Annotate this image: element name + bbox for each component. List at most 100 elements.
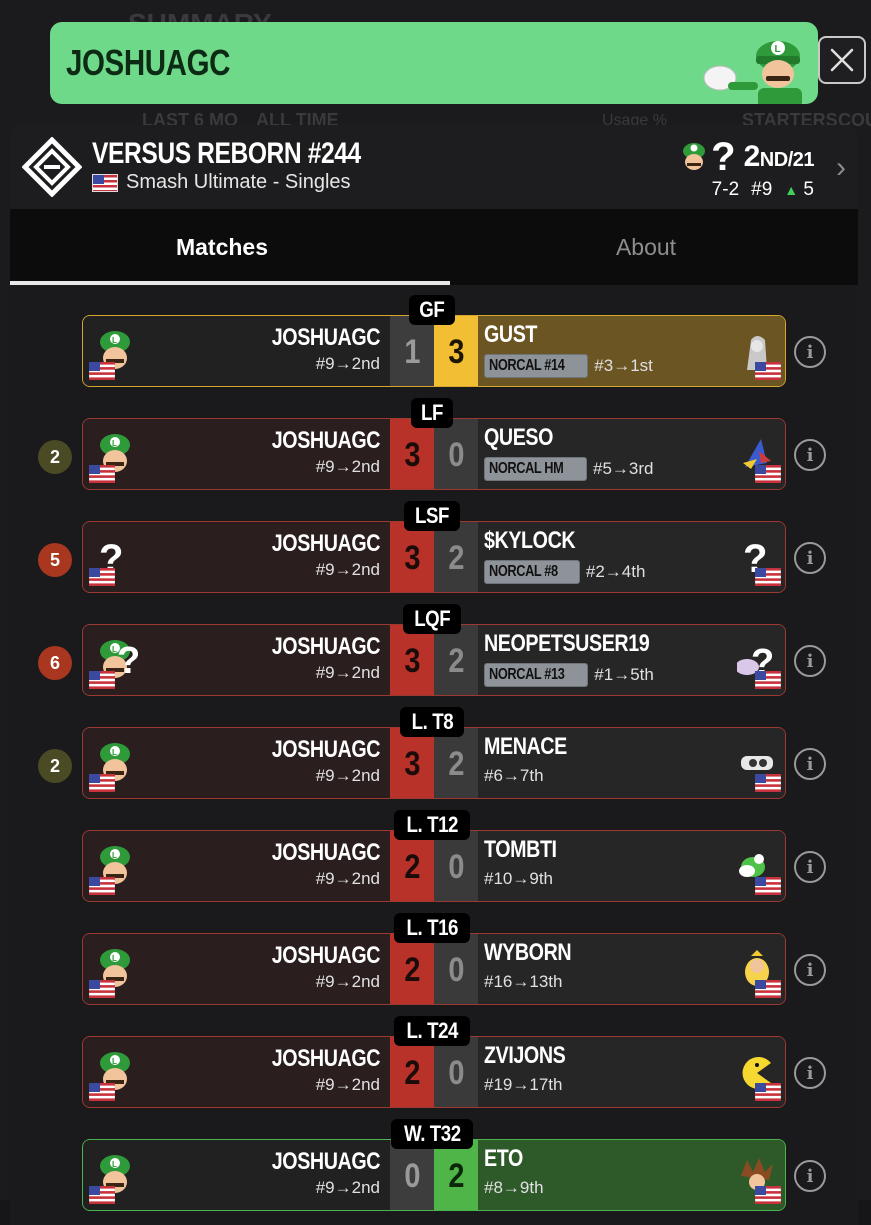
player-one-side: ? JOSHUAGC #9→2nd — [83, 522, 390, 592]
player-two-name: GUST — [484, 321, 538, 348]
player-two-side: TOMBTI #10→9th — [478, 831, 785, 901]
upset-factor-badge: 5 — [38, 543, 72, 577]
win-loss-record: 7-2 — [711, 179, 740, 200]
player-two-score: 0 — [434, 934, 478, 1004]
player-one-score: 3 — [390, 522, 434, 592]
match-row: 2 L JOSHUAGC #9→2nd 3 0 QUESO NORCAL HM — [10, 388, 858, 491]
player-one-score: 2 — [390, 934, 434, 1004]
info-icon[interactable]: i — [794, 542, 826, 574]
player-two-score: 0 — [434, 419, 478, 489]
match-card[interactable]: ? JOSHUAGC #9→2nd 3 2 $KYLOCK NORCAL #8 … — [82, 521, 786, 593]
match-row: L JOSHUAGC #9→2nd 2 0 TOMBTI #10→9th L. … — [10, 800, 858, 903]
player-two-details: #8→9th — [484, 1178, 544, 1198]
svg-text:L: L — [775, 44, 781, 55]
match-card[interactable]: L JOSHUAGC #9→2nd 2 0 TOMBTI #10→9th — [82, 830, 786, 902]
player-two-info: MENACE #6→7th — [484, 732, 585, 786]
player-two-details: #10→9th — [484, 869, 573, 889]
match-card[interactable]: L JOSHUAGC #9→2nd 3 2 MENACE #6→7th — [82, 727, 786, 799]
player-two-seed-placement: #8→9th — [484, 1178, 544, 1197]
tab-about[interactable]: About — [434, 209, 858, 285]
player-one-seed-placement: #9→2nd — [315, 560, 380, 579]
player-two-details: NORCAL #8 #2→4th — [484, 560, 645, 584]
us-flag-icon — [754, 567, 782, 587]
player-one-info: JOSHUAGC #9→2nd — [248, 530, 381, 580]
match-card[interactable]: L ? JOSHUAGC #9→2nd 3 2 NEOPETSUSER19 NO… — [82, 624, 786, 696]
player-two-info: $KYLOCK NORCAL #8 #2→4th — [484, 526, 645, 584]
luigi-character-art: L — [703, 41, 802, 104]
luigi-character-icon — [683, 143, 706, 170]
tab-matches[interactable]: Matches — [10, 209, 434, 285]
player-one-name: JOSHUAGC — [271, 736, 381, 763]
us-flag-icon — [88, 876, 116, 896]
match-card[interactable]: L JOSHUAGC #9→2nd 3 0 QUESO NORCAL HM #5… — [82, 418, 786, 490]
player-two-side: WYBORN #16→13th — [478, 934, 785, 1004]
match-card[interactable]: L JOSHUAGC #9→2nd 2 0 ZVIJONS #19→17th — [82, 1036, 786, 1108]
us-flag-icon — [754, 1185, 782, 1205]
player-one-score: 2 — [390, 831, 434, 901]
player-one-side: L JOSHUAGC #9→2nd — [83, 1037, 390, 1107]
player-two-seed-placement: #16→13th — [484, 972, 563, 991]
round-label: LSF — [398, 501, 466, 531]
player-two-score: 2 — [434, 522, 478, 592]
info-icon[interactable]: i — [794, 1057, 826, 1089]
info-icon[interactable]: i — [794, 336, 826, 368]
info-icon[interactable]: i — [794, 748, 826, 780]
us-flag-icon — [754, 773, 782, 793]
ranking-tag: NORCAL #13 — [484, 663, 589, 687]
event-logo-icon — [22, 137, 82, 197]
tab-bar: Matches About — [10, 209, 858, 285]
player-one-info: JOSHUAGC #9→2nd — [248, 1148, 381, 1198]
event-header[interactable]: VERSUS REBORN #244 Smash Ultimate - Sing… — [10, 125, 858, 209]
svg-text:L: L — [112, 748, 117, 757]
player-one-info: JOSHUAGC #9→2nd — [248, 1045, 381, 1095]
match-card[interactable]: L JOSHUAGC #9→2nd 2 0 WYBORN #16→13th — [82, 933, 786, 1005]
svg-text:L: L — [112, 1160, 117, 1169]
match-card[interactable]: L JOSHUAGC #9→2nd 1 3 GUST NORCAL #14 #3… — [82, 315, 786, 387]
us-flag-icon — [88, 1082, 116, 1102]
player-two-name: NEOPETSUSER19 — [484, 630, 650, 657]
event-modal: VERSUS REBORN #244 Smash Ultimate - Sing… — [10, 125, 858, 1225]
player-one-seed-placement: #9→2nd — [315, 457, 380, 476]
us-flag-icon — [754, 361, 782, 381]
player-two-score: 2 — [434, 728, 478, 798]
match-row: L JOSHUAGC #9→2nd 2 0 ZVIJONS #19→17th L… — [10, 1006, 858, 1109]
player-one-score: 3 — [390, 728, 434, 798]
player-one-name: JOSHUAGC — [271, 427, 381, 454]
player-one-side: L ? JOSHUAGC #9→2nd — [83, 625, 390, 695]
ranking-tag: NORCAL #14 — [484, 354, 589, 378]
player-one-score: 3 — [390, 625, 434, 695]
round-label: L. T16 — [393, 913, 471, 943]
player-two-details: #6→7th — [484, 766, 585, 786]
round-label: W. T32 — [390, 1119, 474, 1149]
info-icon[interactable]: i — [794, 1160, 826, 1192]
close-button[interactable] — [818, 36, 866, 84]
us-flag-icon — [88, 464, 116, 484]
match-row: 6 L ? JOSHUAGC #9→2nd 3 2 NEOPETSUSER19 — [10, 594, 858, 697]
player-two-side: QUESO NORCAL HM #5→3rd — [478, 419, 785, 489]
game-line: Smash Ultimate - Singles — [92, 171, 351, 194]
player-two-score: 3 — [434, 316, 478, 386]
player-two-info: ETO #8→9th — [484, 1144, 544, 1198]
info-icon[interactable]: i — [794, 851, 826, 883]
player-two-side: ZVIJONS #19→17th — [478, 1037, 785, 1107]
match-card[interactable]: L JOSHUAGC #9→2nd 0 2 ETO #8→9th — [82, 1139, 786, 1211]
player-one-side: L JOSHUAGC #9→2nd — [83, 1140, 390, 1210]
player-one-info: JOSHUAGC #9→2nd — [248, 839, 381, 889]
player-one-score: 2 — [390, 1037, 434, 1107]
round-label: L. T12 — [393, 810, 471, 840]
info-icon[interactable]: i — [794, 954, 826, 986]
player-two-info: GUST NORCAL #14 #3→1st — [484, 320, 653, 378]
player-two-info: NEOPETSUSER19 NORCAL #13 #1→5th — [484, 629, 686, 687]
info-icon[interactable]: i — [794, 439, 826, 471]
player-two-score: 2 — [434, 625, 478, 695]
upset-factor-badge: 2 — [38, 440, 72, 474]
us-flag-icon — [88, 1185, 116, 1205]
upset-factor-badge: 2 — [38, 749, 72, 783]
player-banner[interactable]: JOSHUAGC › L — [50, 22, 818, 104]
player-two-side: $KYLOCK NORCAL #8 #2→4th ? — [478, 522, 785, 592]
player-one-side: L JOSHUAGC #9→2nd — [83, 831, 390, 901]
player-one-seed-placement: #9→2nd — [315, 1178, 380, 1197]
info-icon[interactable]: i — [794, 645, 826, 677]
player-two-side: MENACE #6→7th — [478, 728, 785, 798]
player-two-details: #19→17th — [484, 1075, 583, 1095]
